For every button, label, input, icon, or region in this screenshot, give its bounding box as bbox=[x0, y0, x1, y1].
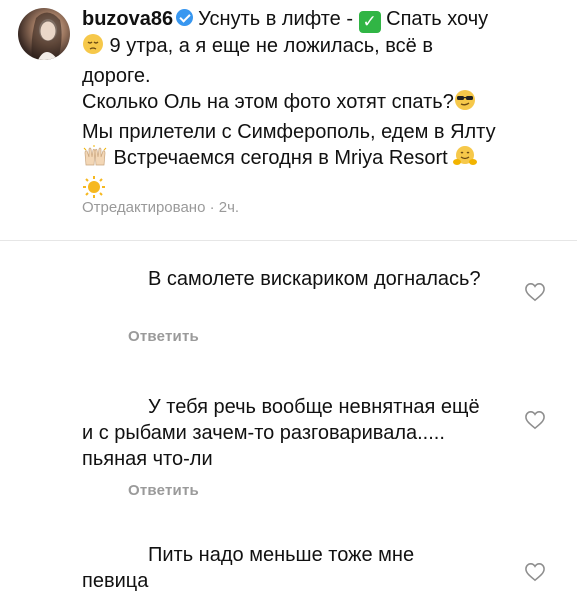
check-mark-emoji: ✓ bbox=[358, 11, 381, 33]
hugging-face-emoji bbox=[453, 145, 478, 175]
avatar[interactable] bbox=[18, 8, 70, 60]
verified-badge-icon bbox=[176, 9, 194, 26]
caption-text: buzova86 Уснуть в лифте - ✓ Спать хочу 9 … bbox=[82, 6, 552, 206]
caption-line-6: Встречаемся сегодня в Mriya Resort bbox=[108, 147, 454, 169]
caption-line-2: 9 утра, а я еще не ложилась, всё в bbox=[104, 35, 433, 57]
reply-button[interactable]: Ответить bbox=[128, 482, 199, 499]
sunglasses-face-emoji bbox=[454, 89, 476, 119]
caption-line-3: дороге. bbox=[82, 64, 151, 87]
caption-line-5: Мы прилетели с Симферополь, едем в Ялту bbox=[82, 120, 496, 143]
heart-icon[interactable] bbox=[524, 410, 546, 430]
pensive-face-emoji bbox=[82, 33, 104, 63]
post-meta: Отредактировано · 2ч. bbox=[82, 199, 240, 216]
raised-hands-emoji bbox=[82, 145, 108, 175]
caption-line-4: Сколько Оль на этом фото хотят спать? bbox=[82, 91, 454, 113]
caption-line-1: Уснуть в лифте - bbox=[198, 8, 359, 30]
comment-text: В самолете вискариком догналась? bbox=[148, 268, 481, 290]
heart-icon[interactable] bbox=[524, 282, 546, 302]
comment-text: У тебя речь вообще невнятная ещё и с рыб… bbox=[82, 396, 480, 470]
divider bbox=[0, 240, 577, 241]
comment-text: Пить надо меньше тоже мне певица bbox=[82, 544, 415, 592]
caption-line-1b: Спать хочу bbox=[380, 8, 489, 30]
username[interactable]: buzova86 bbox=[82, 8, 173, 30]
heart-icon[interactable] bbox=[524, 562, 546, 582]
reply-button[interactable]: Ответить bbox=[128, 328, 199, 345]
